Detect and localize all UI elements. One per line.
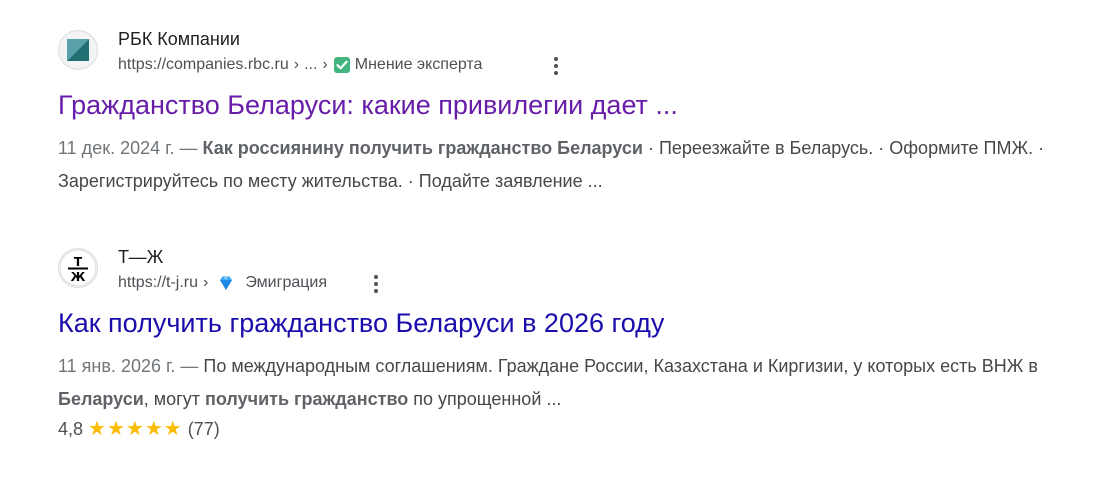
result-source[interactable]: РБК Компании https://companies.rbc.ru › …	[58, 26, 1058, 84]
checkmark-green-icon	[333, 56, 351, 74]
rbc-favicon-icon	[58, 30, 98, 70]
snippet-bold: Беларуси	[58, 389, 144, 409]
site-name: РБК Компании	[118, 29, 240, 49]
result-snippet: 11 янв. 2026 г. — По международным согла…	[58, 350, 1048, 416]
snippet-bold: Как россиянину получить гражданство Бела…	[202, 138, 643, 158]
svg-text:Т: Т	[74, 255, 83, 269]
snippet-text: по упрощенной ...	[413, 389, 562, 409]
breadcrumb-separator: ›	[293, 56, 300, 73]
snippet-date: 11 янв. 2026 г. —	[58, 356, 199, 376]
site-name: Т—Ж	[118, 247, 164, 267]
more-options-icon[interactable]	[544, 54, 568, 78]
url-breadcrumb: https://companies.rbc.ru › ... › Мнение …	[118, 54, 482, 76]
result-snippet: 11 дек. 2024 г. — Как россиянину получит…	[58, 132, 1048, 198]
rating-row: 4,8 ★★★★★ (77)	[58, 416, 1058, 442]
result-title-link[interactable]: Гражданство Беларуси: какие привилегии д…	[58, 88, 1058, 122]
rating-stars-icon: ★★★★★	[88, 418, 183, 440]
more-options-icon[interactable]	[364, 272, 388, 296]
breadcrumb-separator: ›	[203, 274, 209, 291]
svg-text:Ж: Ж	[71, 270, 86, 284]
breadcrumb-separator: ›	[322, 56, 328, 73]
snippet-text: По международным соглашениям. Граждане Р…	[203, 356, 1038, 376]
blue-diamond-icon	[217, 274, 235, 292]
url-breadcrumb: https://t-j.ru › Эмиграция	[118, 272, 327, 294]
result-source[interactable]: Т Ж Т—Ж https://t-j.ru › Эмиграция	[58, 244, 1058, 302]
rating-value: 4,8	[58, 419, 84, 439]
tzh-favicon-icon: Т Ж	[58, 248, 98, 288]
badge-label: Мнение эксперта	[354, 56, 483, 73]
rating-count: (77)	[187, 419, 220, 439]
breadcrumb-ellipsis: ...	[304, 56, 318, 73]
search-result: РБК Компании https://companies.rbc.ru › …	[58, 26, 1058, 198]
badge-label: Эмиграция	[245, 274, 328, 291]
url-text: https://companies.rbc.ru	[118, 56, 289, 73]
result-title-link[interactable]: Как получить гражданство Беларуси в 2026…	[58, 306, 1058, 340]
url-text: https://t-j.ru	[118, 274, 199, 291]
snippet-bold: получить гражданство	[205, 389, 409, 409]
search-result: Т Ж Т—Ж https://t-j.ru › Эмиграция Как п…	[58, 244, 1058, 442]
snippet-text: , могут	[143, 389, 200, 409]
snippet-date: 11 дек. 2024 г. —	[58, 138, 198, 158]
